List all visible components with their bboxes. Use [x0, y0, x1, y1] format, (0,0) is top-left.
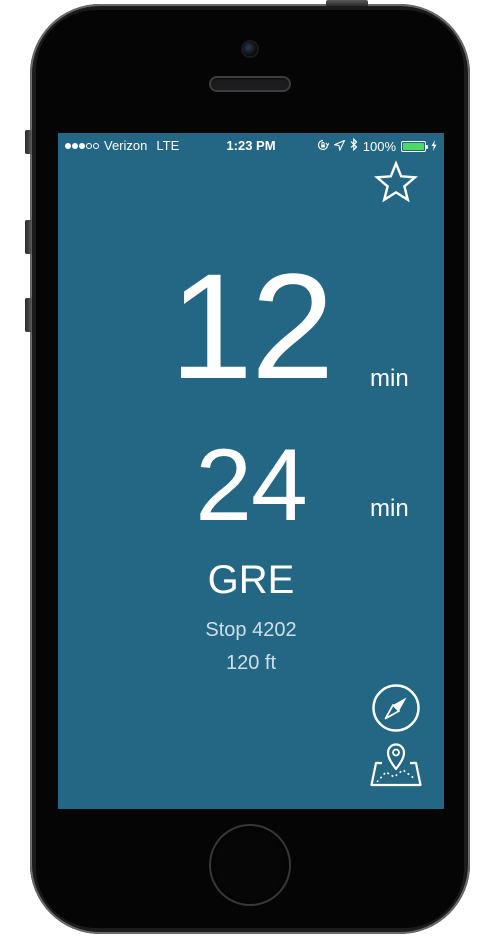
- stop-distance: 120 ft: [225, 652, 277, 674]
- compass-icon[interactable]: [371, 683, 421, 733]
- stop-number: Stop 4202: [205, 619, 297, 641]
- mute-switch: [25, 130, 32, 154]
- location-arrow-icon: [333, 139, 345, 154]
- favorite-star-icon[interactable]: [372, 159, 420, 207]
- volume-up-button: [25, 220, 32, 254]
- bluetooth-icon: [350, 137, 358, 154]
- next-arrival-unit: min: [370, 365, 409, 392]
- rotation-lock-icon: [317, 139, 330, 154]
- front-camera: [243, 42, 257, 56]
- battery-percent: 100%: [362, 138, 396, 154]
- map-pin-icon[interactable]: [370, 739, 422, 787]
- following-arrival-unit: min: [370, 495, 409, 522]
- battery-icon: [401, 140, 428, 152]
- route-name: GRE: [207, 558, 295, 602]
- status-bar: Verizon LTE 1:23 PM 100%: [58, 133, 444, 159]
- status-bar-right: 100%: [317, 137, 437, 154]
- app-screen: Verizon LTE 1:23 PM 100% 12 min 24 min G…: [58, 133, 444, 809]
- home-button[interactable]: [211, 826, 289, 904]
- volume-down-button: [25, 298, 32, 332]
- charging-bolt-icon: [431, 139, 437, 154]
- sleep-wake-button: [326, 0, 368, 6]
- earpiece-speaker: [209, 76, 291, 92]
